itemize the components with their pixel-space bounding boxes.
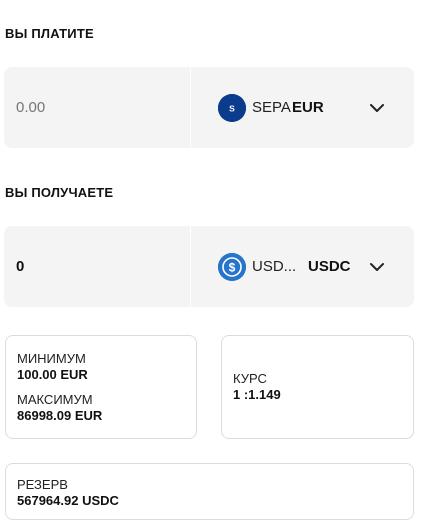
svg-text:$: $ bbox=[229, 260, 236, 274]
reserve-card: РЕЗЕРВ 567964.92 USDC bbox=[5, 463, 414, 520]
limits-card: МИНИМУМ 100.00 EUR МАКСИМУМ 86998.09 EUR bbox=[5, 335, 197, 439]
pay-amount-input[interactable] bbox=[4, 67, 189, 148]
receive-section-label: ВЫ ПОЛУЧАЕТЕ bbox=[5, 185, 114, 200]
receive-amount-value[interactable]: 0 bbox=[4, 226, 189, 307]
reserve-value: 567964.92 USDC bbox=[17, 493, 119, 508]
chevron-down-icon[interactable] bbox=[369, 259, 385, 275]
chevron-down-icon[interactable] bbox=[369, 100, 385, 116]
reserve-label: РЕЗЕРВ bbox=[17, 477, 68, 492]
svg-text:S: S bbox=[229, 103, 235, 113]
pay-currency-selector[interactable]: S SEPA EUR bbox=[191, 67, 414, 148]
min-label: МИНИМУМ bbox=[17, 351, 86, 366]
receive-currency-selector[interactable]: $ USD... USDC bbox=[191, 226, 414, 307]
pay-network-label: SEPA bbox=[252, 99, 291, 116]
usdc-icon: $ bbox=[218, 252, 246, 281]
min-value: 100.00 EUR bbox=[17, 367, 88, 382]
rate-label: КУРС bbox=[233, 371, 267, 386]
rate-value: 1 :1.149 bbox=[233, 387, 281, 402]
pay-section-label: ВЫ ПЛАТИТЕ bbox=[5, 26, 94, 41]
max-label: МАКСИМУМ bbox=[17, 392, 93, 407]
receive-network-label: USD... bbox=[252, 258, 297, 275]
max-value: 86998.09 EUR bbox=[17, 408, 103, 423]
receive-row: 0 $ USD... USDC bbox=[4, 226, 414, 307]
receive-currency-label: USDC bbox=[308, 258, 351, 275]
pay-row: S SEPA EUR bbox=[4, 67, 414, 148]
rate-card: КУРС 1 :1.149 bbox=[221, 335, 414, 439]
sepa-icon: S bbox=[218, 93, 246, 122]
exchange-form: ВЫ ПЛАТИТЕ S SEPA EUR ВЫ ПОЛУЧАЕТЕ 0 bbox=[0, 0, 425, 532]
pay-currency-label: EUR bbox=[292, 99, 324, 116]
